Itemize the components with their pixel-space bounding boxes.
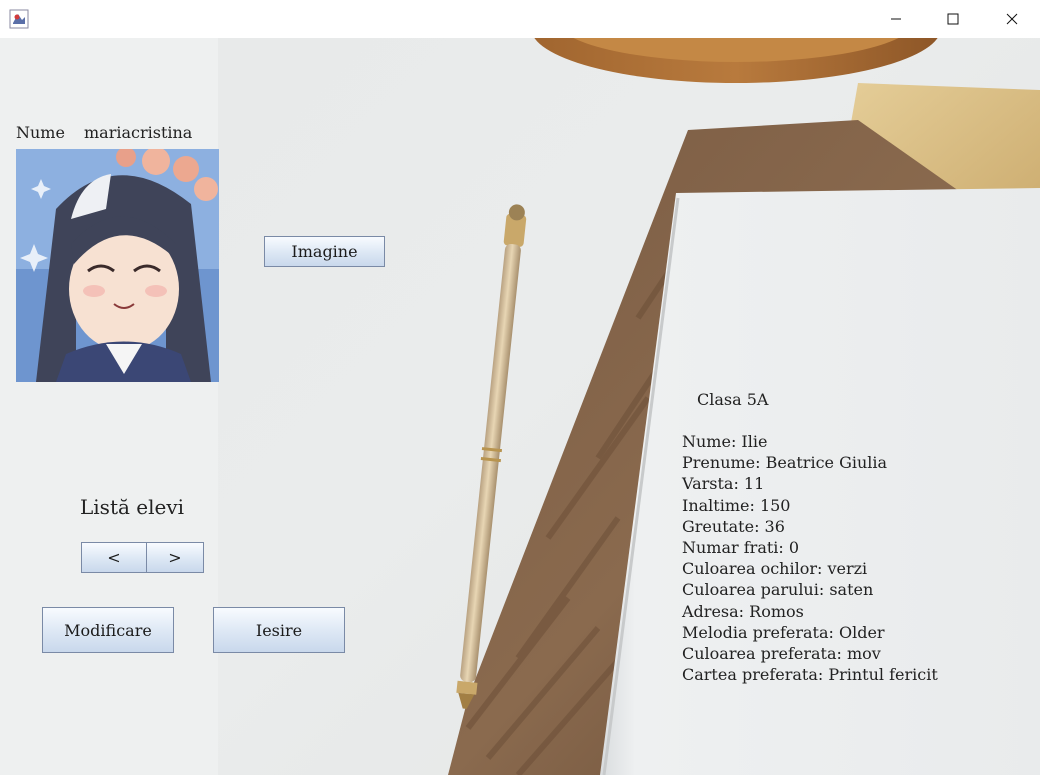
- previous-arrow-label: <: [107, 548, 121, 567]
- modify-button-label: Modificare: [64, 620, 152, 640]
- close-icon: [1006, 13, 1018, 25]
- minimize-button[interactable]: [873, 0, 919, 38]
- name-value: mariacristina: [84, 123, 193, 142]
- minimize-icon: [891, 18, 901, 20]
- class-label: Clasa 5A: [697, 390, 769, 409]
- detail-first-name: Prenume: Beatrice Giulia: [682, 453, 888, 473]
- detail-hair-color: Culoarea parului: saten: [682, 580, 874, 600]
- main-content: Nume mariacristina Imagine Listă elevi <…: [0, 38, 1040, 775]
- student-photo: [16, 149, 219, 382]
- next-arrow-label: >: [168, 548, 182, 567]
- image-button-label: Imagine: [291, 242, 358, 261]
- close-button[interactable]: [989, 0, 1035, 38]
- previous-student-button[interactable]: <: [81, 542, 147, 573]
- name-label: Nume: [16, 123, 65, 142]
- detail-siblings: Numar frati: 0: [682, 538, 800, 558]
- exit-button[interactable]: Iesire: [213, 607, 345, 653]
- maximize-button[interactable]: [930, 0, 976, 38]
- detail-weight: Greutate: 36: [682, 516, 785, 536]
- student-details: Nume: Ilie Prenume: Beatrice Giulia Vars…: [682, 431, 938, 685]
- image-button[interactable]: Imagine: [264, 236, 385, 267]
- detail-favorite-song: Melodia preferata: Older: [682, 622, 885, 642]
- maximize-icon: [947, 13, 959, 25]
- detail-height: Inaltime: 150: [682, 495, 791, 515]
- next-student-button[interactable]: >: [146, 542, 204, 573]
- detail-age: Varsta: 11: [682, 474, 765, 494]
- exit-button-label: Iesire: [255, 620, 303, 640]
- window-titlebar: [0, 0, 1040, 39]
- detail-address: Adresa: Romos: [682, 601, 804, 621]
- detail-favorite-book: Cartea preferata: Printul fericit: [682, 665, 938, 685]
- student-list-title: Listă elevi: [80, 495, 185, 519]
- java-app-icon: [9, 9, 29, 29]
- modify-button[interactable]: Modificare: [42, 607, 174, 653]
- detail-favorite-color: Culoarea preferata: mov: [682, 644, 881, 664]
- detail-eye-color: Culoarea ochilor: verzi: [682, 559, 868, 579]
- detail-last-name: Nume: Ilie: [682, 432, 768, 451]
